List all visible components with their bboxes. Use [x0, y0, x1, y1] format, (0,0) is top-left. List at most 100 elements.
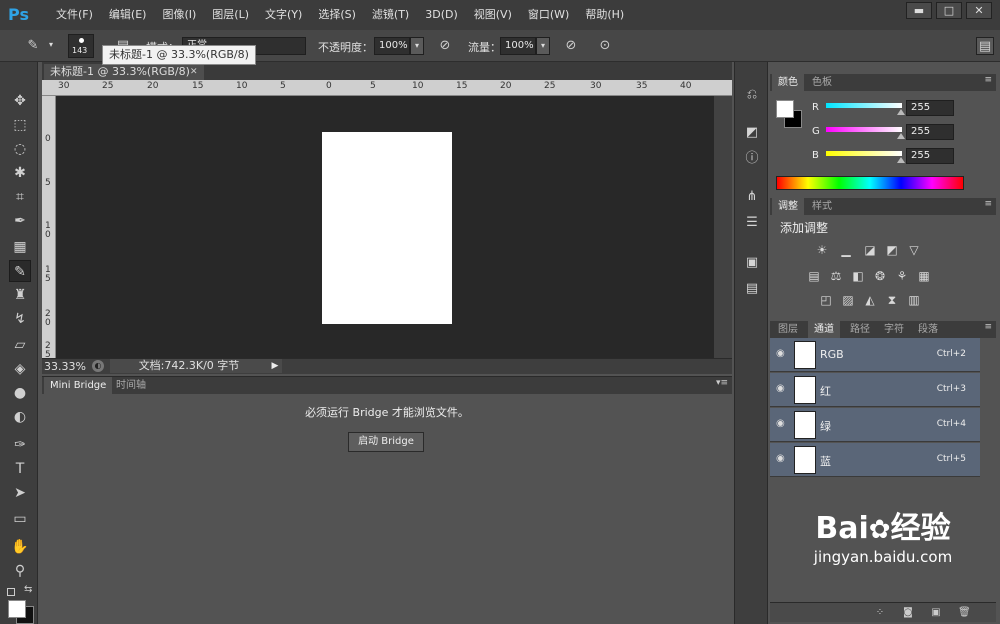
- green-slider[interactable]: [826, 127, 902, 132]
- tab-paths[interactable]: 路径: [844, 321, 876, 338]
- hue-saturation-icon[interactable]: ▤: [806, 268, 822, 284]
- delete-channel-icon[interactable]: 🗑: [958, 607, 971, 619]
- workspace-icon[interactable]: ▤: [976, 37, 994, 55]
- blue-slider-knob[interactable]: [897, 157, 905, 163]
- menu-view[interactable]: 视图(V): [466, 0, 520, 30]
- panel-menu-icon[interactable]: ≡: [984, 75, 992, 85]
- document-canvas[interactable]: [322, 132, 452, 324]
- curves-icon[interactable]: ◪: [862, 242, 878, 258]
- history-brush-icon[interactable]: ↯: [9, 308, 31, 330]
- exposure-icon[interactable]: ◩: [884, 242, 900, 258]
- tab-character[interactable]: 字符: [878, 321, 910, 338]
- tool-preset-dropdown[interactable]: ▾: [44, 37, 58, 55]
- gradient-map-icon[interactable]: ⧗: [884, 292, 900, 308]
- visibility-eye-icon[interactable]: ◉: [776, 383, 788, 395]
- tab-color[interactable]: 颜色: [772, 74, 804, 91]
- photo-filter-icon[interactable]: ❂: [872, 268, 888, 284]
- status-menu-arrow-icon[interactable]: ▶: [268, 359, 282, 373]
- color-balance-icon[interactable]: ⚖: [828, 268, 844, 284]
- menu-layer[interactable]: 图层(L): [204, 0, 257, 30]
- menu-image[interactable]: 图像(I): [154, 0, 204, 30]
- visibility-eye-icon[interactable]: ◉: [776, 348, 788, 360]
- eyedropper-icon[interactable]: ✒: [9, 210, 31, 232]
- visibility-eye-icon[interactable]: ◉: [776, 418, 788, 430]
- threshold-icon[interactable]: ◭: [862, 292, 878, 308]
- brightness-icon[interactable]: ☀: [814, 242, 830, 258]
- green-slider-knob[interactable]: [897, 133, 905, 139]
- color-fg-swatch[interactable]: [776, 100, 794, 118]
- tab-paragraph[interactable]: 段落: [912, 321, 944, 338]
- load-selection-icon[interactable]: ⁘: [874, 607, 886, 619]
- pen-tool-icon[interactable]: ✑: [9, 434, 31, 456]
- foreground-color-swatch[interactable]: [8, 600, 26, 618]
- lasso-tool-icon[interactable]: ◌: [9, 138, 31, 160]
- eraser-tool-icon[interactable]: ▱: [9, 334, 31, 356]
- menu-filter[interactable]: 滤镜(T): [364, 0, 417, 30]
- path-select-icon[interactable]: ➤: [9, 482, 31, 504]
- flow-input[interactable]: 100%: [500, 37, 536, 55]
- status-info-icon[interactable]: ◐: [92, 360, 104, 372]
- vertical-scrollbar[interactable]: [714, 96, 732, 358]
- channel-mixer-icon[interactable]: ⚘: [894, 268, 910, 284]
- opacity-input[interactable]: 100%: [374, 37, 410, 55]
- black-white-icon[interactable]: ◧: [850, 268, 866, 284]
- menu-edit[interactable]: 编辑(E): [101, 0, 155, 30]
- maximize-button[interactable]: □: [936, 2, 962, 19]
- color-lookup-icon[interactable]: ▦: [916, 268, 932, 284]
- channel-row[interactable]: ◉ 绿 Ctrl+4: [770, 408, 980, 442]
- vibrance-icon[interactable]: ▽: [906, 242, 922, 258]
- brush-preset-picker[interactable]: 143: [68, 34, 94, 58]
- panel-menu-icon[interactable]: ≡: [984, 199, 992, 209]
- menu-select[interactable]: 选择(S): [310, 0, 364, 30]
- selective-color-icon[interactable]: ▥: [906, 292, 922, 308]
- airbrush-icon[interactable]: ⊘: [562, 37, 580, 55]
- tab-adjustments[interactable]: 调整: [772, 198, 804, 215]
- pressure-size-icon[interactable]: ⊙: [596, 37, 614, 55]
- opacity-dropdown[interactable]: ▾: [410, 37, 424, 55]
- channel-row[interactable]: ◉ RGB Ctrl+2: [770, 338, 980, 372]
- brush-presets-icon[interactable]: ⋔: [743, 188, 761, 206]
- zoom-level[interactable]: 33.33%: [44, 360, 86, 373]
- red-slider[interactable]: [826, 103, 902, 108]
- red-value-input[interactable]: 255: [906, 100, 954, 116]
- magic-wand-icon[interactable]: ✱: [9, 162, 31, 184]
- healing-brush-icon[interactable]: ▦: [9, 236, 31, 258]
- blue-value-input[interactable]: 255: [906, 148, 954, 164]
- 3d-panel-icon[interactable]: ◩: [743, 124, 761, 142]
- minimize-button[interactable]: ▬: [906, 2, 932, 19]
- tab-swatches[interactable]: 色板: [806, 74, 838, 91]
- save-selection-icon[interactable]: ◙: [902, 607, 914, 619]
- menu-3d[interactable]: 3D(D): [417, 0, 466, 30]
- info-panel-icon[interactable]: ⓘ: [743, 150, 761, 168]
- menu-window[interactable]: 窗口(W): [520, 0, 577, 30]
- tab-layers[interactable]: 图层: [772, 321, 804, 338]
- properties-panel-icon[interactable]: ☰: [743, 214, 761, 232]
- color-spectrum-bar[interactable]: [776, 176, 964, 190]
- shape-tool-icon[interactable]: ▭: [9, 508, 31, 530]
- tab-channels[interactable]: 通道: [808, 321, 840, 338]
- panel-menu-icon[interactable]: ▾≡: [716, 378, 728, 388]
- panel-menu-icon[interactable]: ≡: [984, 322, 992, 332]
- type-tool-icon[interactable]: T: [9, 458, 31, 480]
- tab-mini-bridge[interactable]: Mini Bridge: [44, 377, 113, 394]
- close-button[interactable]: ✕: [966, 2, 992, 19]
- pressure-opacity-icon[interactable]: ⊘: [436, 37, 454, 55]
- channel-row[interactable]: ◉ 红 Ctrl+3: [770, 373, 980, 407]
- document-tab-close[interactable]: ✕: [190, 64, 198, 80]
- menu-file[interactable]: 文件(F): [48, 0, 101, 30]
- swap-colors-icon[interactable]: ⇆: [24, 584, 32, 595]
- layer-comps-icon[interactable]: ▣: [743, 254, 761, 272]
- notes-panel-icon[interactable]: ▤: [743, 280, 761, 298]
- brush-tool-active-icon[interactable]: ✎: [9, 260, 31, 282]
- paint-bucket-icon[interactable]: ◈: [9, 358, 31, 380]
- channel-row[interactable]: ◉ 蓝 Ctrl+5: [770, 443, 980, 477]
- new-channel-icon[interactable]: ▣: [930, 607, 942, 619]
- green-value-input[interactable]: 255: [906, 124, 954, 140]
- default-colors-icon[interactable]: [7, 588, 15, 596]
- posterize-icon[interactable]: ▨: [840, 292, 856, 308]
- hand-tool-icon[interactable]: ✋: [9, 536, 31, 558]
- menu-help[interactable]: 帮助(H): [577, 0, 632, 30]
- red-slider-knob[interactable]: [897, 109, 905, 115]
- tab-styles[interactable]: 样式: [806, 198, 838, 215]
- move-tool-icon[interactable]: ✥: [9, 90, 31, 112]
